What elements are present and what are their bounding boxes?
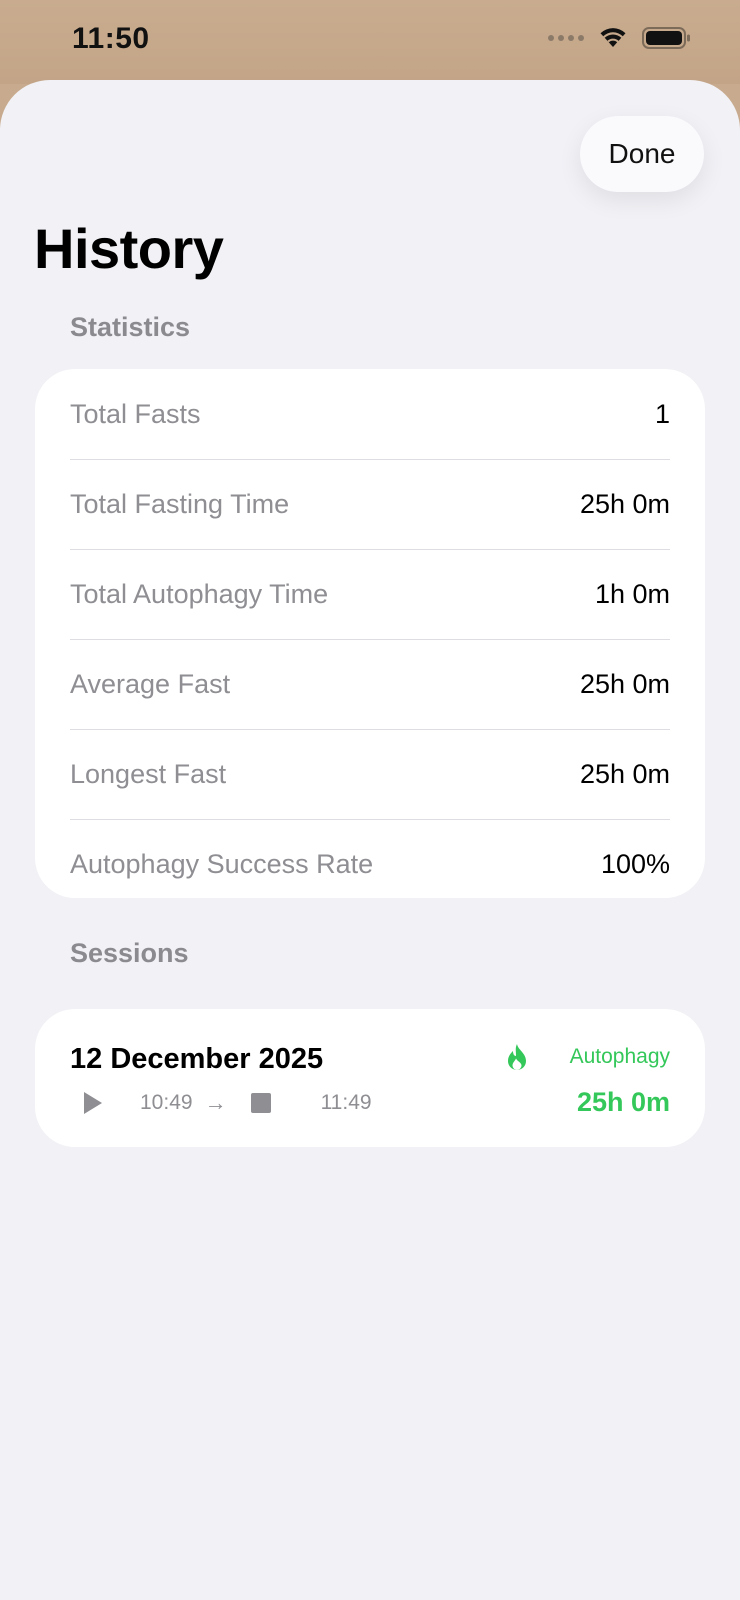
status-time: 11:50 bbox=[72, 22, 150, 55]
stop-icon bbox=[250, 1093, 271, 1113]
stat-label: Total Fasts bbox=[70, 398, 201, 429]
session-status: Autophagy bbox=[569, 1045, 670, 1068]
stat-value: 1 bbox=[654, 398, 670, 429]
arrow-right-icon: → bbox=[204, 1090, 227, 1115]
wifi-icon bbox=[600, 28, 626, 47]
flame-icon bbox=[508, 1044, 526, 1070]
page-title: History bbox=[34, 217, 224, 280]
stat-value: 25h 0m bbox=[579, 488, 670, 519]
stat-row-average-fast: Average Fast 25h 0m bbox=[70, 639, 670, 729]
history-sheet: Done History Statistics Total Fasts 1 To… bbox=[0, 80, 740, 1600]
battery-icon bbox=[642, 27, 690, 49]
session-times: 10:49 → 11:49 bbox=[70, 1089, 372, 1117]
stat-value: 100% bbox=[600, 848, 670, 879]
cellular-signal-icon bbox=[548, 35, 584, 41]
session-card[interactable]: 12 December 2025 10:49 → 11:49 Autophagy… bbox=[35, 1009, 705, 1147]
status-bar: 11:50 bbox=[0, 0, 740, 84]
session-start-time: 10:49 bbox=[140, 1091, 193, 1114]
play-icon bbox=[84, 1092, 102, 1114]
stat-label: Average Fast bbox=[70, 668, 231, 699]
stat-row-longest-fast: Longest Fast 25h 0m bbox=[70, 729, 670, 819]
session-duration: 25h 0m bbox=[576, 1087, 670, 1117]
stat-value: 1h 0m bbox=[594, 578, 670, 609]
stat-row-total-autophagy-time: Total Autophagy Time 1h 0m bbox=[70, 549, 670, 639]
done-button[interactable]: Done bbox=[580, 116, 704, 192]
stat-row-total-fasts: Total Fasts 1 bbox=[70, 369, 670, 459]
stat-value: 25h 0m bbox=[579, 758, 670, 789]
session-date: 12 December 2025 bbox=[70, 1043, 324, 1075]
stat-label: Total Fasting Time bbox=[70, 488, 290, 519]
sessions-section-header: Sessions bbox=[70, 938, 189, 968]
stat-row-autophagy-success-rate: Autophagy Success Rate 100% bbox=[70, 819, 670, 909]
session-end-time: 11:49 bbox=[320, 1091, 372, 1114]
status-icons bbox=[548, 26, 692, 50]
stat-label: Total Autophagy Time bbox=[70, 578, 329, 609]
stat-value: 25h 0m bbox=[579, 668, 670, 699]
stat-label: Autophagy Success Rate bbox=[70, 848, 374, 879]
stat-label: Longest Fast bbox=[70, 758, 227, 789]
statistics-section-header: Statistics bbox=[70, 312, 191, 342]
statistics-card: Total Fasts 1 Total Fasting Time 25h 0m … bbox=[35, 369, 705, 898]
stat-row-total-fasting-time: Total Fasting Time 25h 0m bbox=[70, 459, 670, 549]
